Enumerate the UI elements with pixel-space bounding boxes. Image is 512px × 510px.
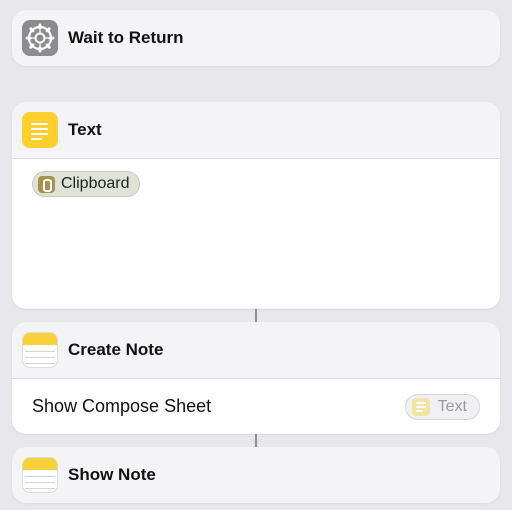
clipboard-variable-token[interactable]: Clipboard xyxy=(32,171,141,197)
notes-app-icon xyxy=(22,457,58,493)
text-token-label: Text xyxy=(437,397,467,415)
show-note-header[interactable]: Show Note xyxy=(12,447,500,503)
text-action-header[interactable]: Text xyxy=(12,102,500,158)
clipboard-token-label: Clipboard xyxy=(61,175,130,192)
text-lines-icon xyxy=(22,112,58,148)
show-note-action[interactable]: Show Note xyxy=(12,447,500,503)
create-note-header[interactable]: Create Note xyxy=(12,322,500,378)
show-compose-sheet-row[interactable]: Show Compose Sheet Text xyxy=(12,378,500,434)
clipboard-icon xyxy=(38,175,55,193)
show-note-title: Show Note xyxy=(68,465,156,484)
notes-app-icon xyxy=(22,332,58,368)
create-note-title: Create Note xyxy=(68,340,164,359)
show-compose-sheet-label: Show Compose Sheet xyxy=(32,396,212,416)
text-action-title: Text xyxy=(68,120,102,139)
text-action[interactable]: Text Clipboard xyxy=(12,102,500,309)
text-variable-token[interactable]: Text xyxy=(404,393,480,420)
action-connector xyxy=(255,434,257,447)
settings-gear-icon xyxy=(22,20,58,56)
wait-to-return-header[interactable]: Wait to Return xyxy=(12,10,500,66)
text-input-area[interactable]: Clipboard xyxy=(12,158,500,308)
text-lines-icon xyxy=(411,397,430,416)
wait-to-return-title: Wait to Return xyxy=(68,28,184,47)
action-connector xyxy=(255,309,257,322)
wait-to-return-action[interactable]: Wait to Return xyxy=(12,10,500,66)
create-note-action[interactable]: Create Note Show Compose Sheet Text xyxy=(12,322,500,434)
